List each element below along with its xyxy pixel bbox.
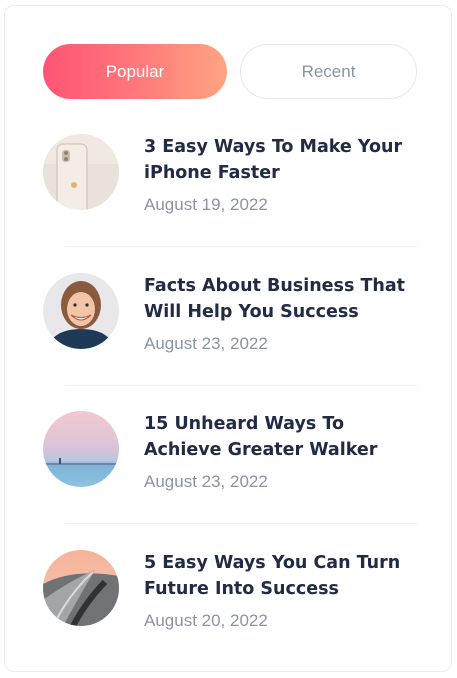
post-date: August 23, 2022	[144, 334, 268, 353]
tab-popular[interactable]: Popular	[43, 44, 227, 99]
post-date: August 20, 2022	[144, 611, 268, 630]
divider	[65, 385, 417, 386]
post-thumbnail-road[interactable]	[43, 550, 119, 626]
post-title[interactable]: 15 Unheard Ways To Achieve Greater Walke…	[144, 411, 414, 463]
post-item[interactable]: 5 Easy Ways You Can Turn Future Into Suc…	[43, 550, 417, 630]
post-item[interactable]: 15 Unheard Ways To Achieve Greater Walke…	[43, 411, 417, 491]
divider	[65, 523, 417, 524]
post-thumbnail-portrait[interactable]	[43, 273, 119, 349]
post-date: August 19, 2022	[144, 195, 268, 214]
post-thumbnail-horizon[interactable]	[43, 411, 119, 487]
post-item[interactable]: 3 Easy Ways To Make Your iPhone Faster A…	[43, 134, 417, 214]
tab-bar: Popular Recent	[43, 44, 417, 99]
post-date: August 23, 2022	[144, 472, 268, 491]
post-item[interactable]: Facts About Business That Will Help You …	[43, 273, 417, 353]
post-thumbnail-iphone[interactable]	[43, 134, 119, 210]
post-title[interactable]: Facts About Business That Will Help You …	[144, 273, 414, 325]
popular-posts-widget: Popular Recent 3 Easy Ways To Make Your …	[4, 5, 452, 672]
post-title[interactable]: 3 Easy Ways To Make Your iPhone Faster	[144, 134, 414, 186]
tab-recent[interactable]: Recent	[240, 44, 417, 99]
post-title[interactable]: 5 Easy Ways You Can Turn Future Into Suc…	[144, 550, 414, 602]
divider	[65, 246, 417, 247]
